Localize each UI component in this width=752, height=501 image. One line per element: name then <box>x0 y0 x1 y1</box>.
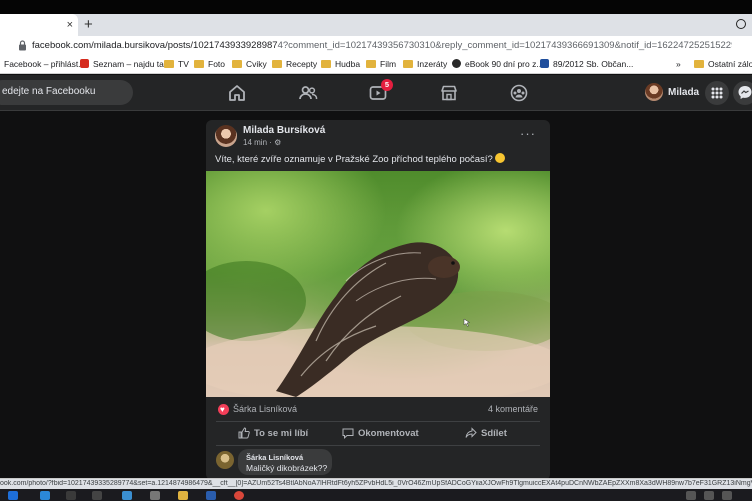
like-button[interactable]: To se mi líbí <box>238 427 308 443</box>
window-control-icon[interactable] <box>736 19 746 29</box>
emoji-icon <box>494 153 505 163</box>
sbirka-favicon-icon <box>540 59 549 68</box>
folder-icon <box>321 60 331 68</box>
divider <box>216 421 540 422</box>
start-icon[interactable] <box>8 491 18 500</box>
reactor-name: Šárka Lisníková <box>233 404 298 414</box>
comment-text: Maličký dikobrázek?? <box>246 463 328 473</box>
folder-icon <box>194 60 204 68</box>
menu-grid-button[interactable] <box>705 81 729 105</box>
bookmarks-bar: Facebook – přihlást... Seznam – najdu ta… <box>0 56 752 74</box>
tray-icon[interactable] <box>722 491 732 500</box>
comment-icon <box>342 428 354 439</box>
url-text[interactable]: facebook.com/milada.bursikova/posts/1021… <box>32 40 732 51</box>
comment-author[interactable]: Šárka Lisníková <box>246 453 303 462</box>
messenger-icon <box>738 86 752 99</box>
post-author[interactable]: Milada Bursíková <box>243 125 325 136</box>
profile-name: Milada <box>668 87 700 98</box>
post-photo[interactable] <box>206 171 550 397</box>
post-text: Víte, které zvíře oznamuje v Pražské Zoo… <box>215 153 505 165</box>
new-tab-button[interactable]: + <box>84 16 93 34</box>
file-explorer-icon[interactable] <box>178 491 188 500</box>
search-placeholder: edejte na Facebooku <box>2 86 96 97</box>
status-link-preview: ook.com/photo/?fbid=10217439335289774&se… <box>0 478 752 489</box>
comments-count[interactable]: 4 komentáře <box>488 404 538 414</box>
share-button[interactable]: Sdílet <box>465 427 507 443</box>
os-taskbar <box>0 489 752 501</box>
folder-icon <box>403 60 413 68</box>
bookmark-folder-hudba[interactable]: Hudba <box>321 58 360 71</box>
groups-icon[interactable] <box>509 83 529 103</box>
bookmark-facebook[interactable]: Facebook – přihlást... <box>4 58 85 71</box>
more-options-icon[interactable]: ··· <box>520 126 536 141</box>
commenter-avatar[interactable] <box>216 451 234 469</box>
comment-button[interactable]: Okomentovat <box>342 427 419 443</box>
taskbar-app-icon[interactable] <box>206 491 216 500</box>
messenger-button[interactable] <box>733 81 752 105</box>
taskbar-app-icon[interactable] <box>92 491 102 500</box>
post-card: Milada Bursíková 14 min · ⚙ ··· Víte, kt… <box>206 120 550 480</box>
screen-bezel <box>0 0 752 14</box>
author-avatar[interactable] <box>215 125 237 147</box>
heart-icon: ♥ <box>218 404 229 415</box>
folder-icon <box>366 60 376 68</box>
divider <box>216 445 540 446</box>
taskbar-app-icon[interactable] <box>122 491 132 500</box>
browser-tab[interactable]: × <box>0 14 78 36</box>
taskbar-app-icon[interactable] <box>66 491 76 500</box>
marketplace-icon[interactable] <box>439 83 459 103</box>
bookmark-sbirka[interactable]: 89/2012 Sb. Občan... <box>540 58 633 71</box>
friends-icon[interactable] <box>298 83 318 103</box>
seznam-favicon-icon <box>80 59 89 68</box>
notification-badge: 5 <box>381 79 393 91</box>
close-tab-icon[interactable]: × <box>67 18 73 32</box>
facebook-search-input[interactable]: edejte na Facebooku <box>0 80 133 105</box>
folder-icon <box>164 60 174 68</box>
menu-grid-icon <box>711 87 723 99</box>
taskbar-app-icon[interactable] <box>150 491 160 500</box>
lock-icon <box>19 40 26 51</box>
folder-icon <box>694 60 704 68</box>
bookmark-ebook[interactable]: eBook 90 dní pro z... <box>452 58 543 71</box>
folder-icon <box>272 60 282 68</box>
address-bar[interactable]: facebook.com/milada.bursikova/posts/1021… <box>0 36 752 56</box>
post-timestamp[interactable]: 14 min · ⚙ <box>243 138 281 147</box>
bookmark-other-folder[interactable]: Ostatní záložky <box>694 58 752 71</box>
facebook-top-nav: edejte na Facebooku 5 Milada <box>0 75 752 111</box>
share-icon <box>465 427 477 438</box>
bookmark-folder-recepty[interactable]: Recepty <box>272 58 317 71</box>
porcupine-image <box>206 242 550 397</box>
bookmarks-overflow-chevron-icon[interactable]: » <box>676 58 681 71</box>
browser-tab-strip: × + <box>0 14 752 36</box>
comment-bubble: Šárka Lisníková Maličký dikobrázek?? <box>238 449 332 475</box>
bookmark-seznam[interactable]: Seznam – najdu ta... <box>80 58 171 71</box>
ebook-favicon-icon <box>452 59 461 68</box>
bookmark-folder-inzeraty[interactable]: Inzeráty <box>403 58 447 71</box>
bookmark-folder-tv[interactable]: TV <box>164 58 189 71</box>
tray-icon[interactable] <box>686 491 696 500</box>
tray-icon[interactable] <box>704 491 714 500</box>
avatar <box>645 83 663 101</box>
taskbar-app-icon[interactable] <box>40 491 50 500</box>
thumbs-up-icon <box>238 427 250 439</box>
bookmark-folder-film[interactable]: Film <box>366 58 396 71</box>
bookmark-folder-cviky[interactable]: Cviky <box>232 58 267 71</box>
folder-icon <box>232 60 242 68</box>
chrome-icon[interactable] <box>234 491 244 500</box>
bookmark-folder-foto[interactable]: Foto <box>194 58 225 71</box>
status-url: ook.com/photo/?fbid=10217439335289774&se… <box>0 480 752 487</box>
home-icon[interactable] <box>227 83 247 103</box>
